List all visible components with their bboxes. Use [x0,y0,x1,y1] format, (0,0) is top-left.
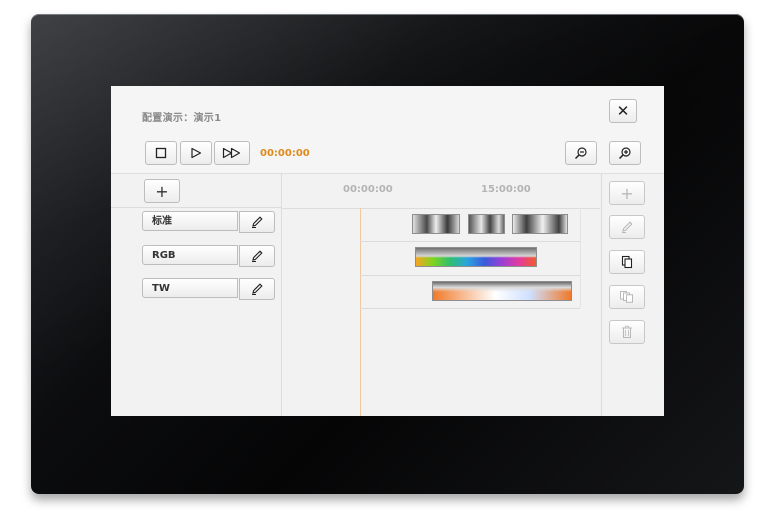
track-divider [580,208,581,308]
channel-row: 标准 [142,211,275,233]
pencil-icon [252,283,263,295]
action-panel: + [601,174,664,416]
touch-screen: 配置演示：演示1 ✕ 00:00:00 + 标准 RGB TW 00:00:00… [111,86,664,416]
channel-row: RGB [142,245,275,267]
track-divider [360,241,580,242]
play-icon [191,147,202,159]
channel-label[interactable]: TW [142,278,238,298]
stop-button[interactable] [145,141,177,165]
zoom-in-button[interactable] [609,141,641,165]
timeline-clip[interactable] [415,247,537,267]
zoom-in-icon [618,147,631,160]
close-icon: ✕ [616,102,630,120]
time-ruler: 00:00:00 15:00:00 [282,174,600,209]
edit-icon [622,221,633,233]
tick-label: 00:00:00 [343,184,393,195]
current-time: 00:00:00 [260,148,310,159]
fast-forward-icon [222,147,241,159]
copy-multiple-icon [620,291,633,303]
fast-forward-button[interactable] [214,141,250,165]
copy-multiple-button[interactable] [609,285,645,309]
copy-clip-button[interactable] [609,250,645,274]
add-clip-button[interactable]: + [609,181,645,205]
edit-channel-button[interactable] [239,211,275,233]
timeline-clip[interactable] [468,214,505,234]
tick-label: 15:00:00 [481,184,531,195]
trash-icon [622,325,632,338]
dialog-title: 配置演示：演示1 [142,113,222,124]
track-divider [360,308,580,309]
timeline-area[interactable]: 00:00:00 15:00:00 [282,174,600,416]
stop-icon [155,147,167,159]
timeline-clip[interactable] [512,214,568,234]
edit-clip-button[interactable] [609,215,645,239]
copy-icon [621,255,633,269]
divider [111,207,281,208]
zoom-out-icon [574,147,587,160]
timeline-clip[interactable] [412,214,460,234]
delete-clip-button[interactable] [609,320,645,344]
channel-row: TW [142,278,275,300]
add-channel-button[interactable]: + [144,179,180,203]
play-button[interactable] [180,141,212,165]
pencil-icon [252,216,263,228]
dialog-header: 配置演示：演示1 ✕ 00:00:00 [111,86,664,174]
playhead[interactable] [360,208,361,416]
pencil-icon [252,250,263,262]
edit-channel-button[interactable] [239,245,275,267]
track-divider [360,275,580,276]
edit-channel-button[interactable] [239,278,275,300]
plus-icon: + [155,181,169,201]
zoom-out-button[interactable] [565,141,597,165]
channel-label[interactable]: 标准 [142,211,238,231]
add-icon: + [620,183,634,203]
channel-label[interactable]: RGB [142,245,238,265]
close-button[interactable]: ✕ [609,99,637,123]
channel-panel: + 标准 RGB TW [111,174,282,416]
timeline-clip[interactable] [432,281,572,301]
